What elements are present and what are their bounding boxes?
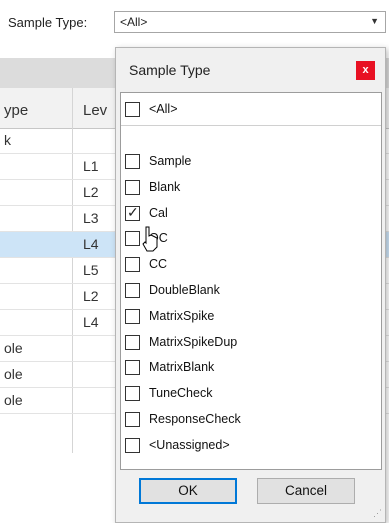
checklist-item[interactable]: DoubleBlank: [125, 280, 375, 302]
cell-type: k: [4, 132, 11, 148]
hand-cursor-icon: [142, 226, 158, 252]
checklist-item[interactable]: <Unassigned>: [125, 435, 375, 457]
checkbox[interactable]: [125, 360, 140, 376]
checkbox[interactable]: [125, 412, 140, 427]
checklist-item[interactable]: TuneCheck: [125, 383, 375, 405]
chevron-down-icon: ▼: [370, 16, 379, 26]
cell-level: L1: [83, 158, 99, 174]
checkmark-icon: ✓: [127, 203, 139, 220]
resize-grip-icon[interactable]: ⋰: [373, 508, 382, 519]
sample-type-filter-label: Sample Type:: [8, 15, 88, 30]
checklist-item[interactable]: Blank: [125, 177, 375, 199]
checkbox[interactable]: [125, 334, 140, 350]
ok-button[interactable]: OK: [139, 478, 237, 504]
checkbox[interactable]: [125, 231, 140, 247]
cell-level: L4: [83, 236, 99, 252]
checklist-item-label: CC: [149, 257, 168, 272]
checklist-item[interactable]: Sample: [125, 151, 375, 173]
checklist-item-label: MatrixBlank: [149, 360, 215, 375]
checklist-item[interactable]: CC: [125, 254, 375, 276]
cancel-button[interactable]: Cancel: [257, 478, 355, 504]
sample-type-checklist[interactable]: <All> Sample Blank ✓ Cal QC CC DoubleBlank Matr…: [120, 92, 382, 470]
close-icon: x: [362, 64, 369, 76]
checkbox[interactable]: [125, 102, 140, 117]
cell-level: L4: [83, 314, 99, 330]
popup-title: Sample Type: [129, 62, 211, 78]
close-button[interactable]: x: [356, 61, 375, 80]
cell-level: L2: [83, 288, 99, 304]
sample-type-filter-popup: Sample Type x <All> Sample Blank ✓ Cal QC CC D…: [115, 47, 386, 523]
checklist-item-label: <All>: [149, 102, 178, 116]
sample-type-combobox[interactable]: <All> ▼: [114, 11, 386, 33]
column-header-type[interactable]: ype: [4, 102, 28, 119]
cell-level: L5: [83, 262, 99, 278]
checkbox[interactable]: [125, 257, 140, 273]
column-header-level[interactable]: Lev: [83, 102, 107, 119]
checklist-item-all[interactable]: <All>: [125, 99, 375, 121]
sample-type-filter-bar: Sample Type: <All> ▼: [0, 0, 389, 46]
checkbox[interactable]: [125, 179, 140, 195]
checklist-item-label: ResponseCheck: [149, 412, 241, 426]
checklist-item-label: DoubleBlank: [149, 283, 220, 297]
checklist-item-label: MatrixSpikeDup: [149, 334, 238, 349]
checkbox[interactable]: ✓: [125, 203, 140, 221]
cell-type: ole: [4, 366, 23, 382]
checkbox[interactable]: [125, 154, 140, 169]
checkbox[interactable]: [125, 386, 140, 402]
cell-level: L2: [83, 184, 99, 200]
checklist-item[interactable]: QC: [125, 228, 375, 250]
checkbox[interactable]: [125, 283, 140, 298]
checklist-item[interactable]: MatrixSpike: [125, 306, 375, 328]
checklist-item[interactable]: ResponseCheck: [125, 409, 375, 431]
cell-type: ole: [4, 340, 23, 356]
checklist-item[interactable]: MatrixSpikeDup: [125, 332, 375, 354]
checklist-item[interactable]: MatrixBlank: [125, 357, 375, 379]
checklist-item-label: TuneCheck: [149, 386, 213, 401]
checkbox[interactable]: [125, 308, 140, 324]
sample-type-combobox-value: <All>: [120, 15, 148, 29]
checklist-item-label: MatrixSpike: [149, 308, 215, 323]
checklist-divider: [121, 125, 381, 126]
checklist-item-label: Sample: [149, 154, 192, 168]
checklist-item-label: Cal: [149, 205, 168, 220]
checkbox[interactable]: [125, 437, 140, 453]
checklist-item[interactable]: ✓ Cal: [125, 203, 375, 225]
checklist-item-label: <Unassigned>: [149, 437, 230, 452]
checklist-item-label: Blank: [149, 179, 181, 194]
cell-type: ole: [4, 392, 23, 408]
cell-level: L3: [83, 210, 99, 226]
